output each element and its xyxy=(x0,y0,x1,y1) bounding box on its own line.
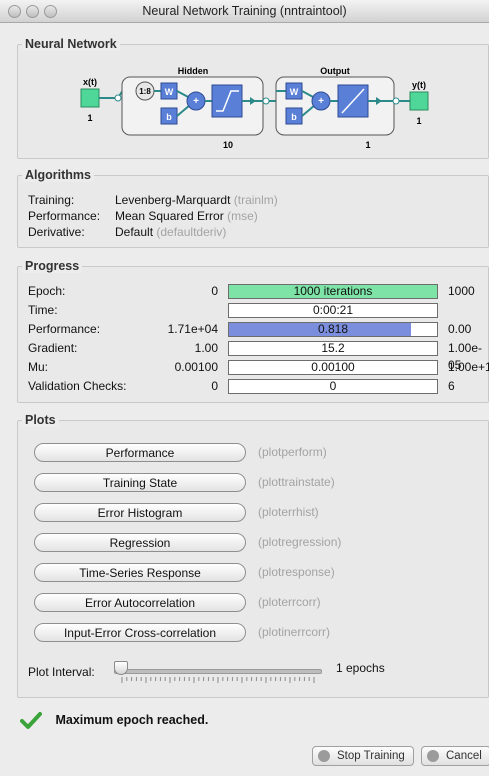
progress-start-value: 0 xyxy=(211,379,218,393)
minimize-window-button[interactable] xyxy=(26,5,39,18)
algorithm-cmd: (trainlm) xyxy=(233,193,278,207)
algorithm-label: Training: xyxy=(28,193,75,207)
progress-row: Epoch: 0 1000 iterations 1000 xyxy=(28,283,478,300)
progress-label: Time: xyxy=(28,303,58,317)
progress-current-value: 0.818 xyxy=(317,322,349,336)
svg-text:W: W xyxy=(165,87,174,97)
plot-button-error-histogram[interactable]: Error Histogram xyxy=(34,503,246,522)
progress-end-value: 1.00e+10 xyxy=(448,360,489,374)
delay-label: 1:8 xyxy=(139,87,151,96)
plot-interval-value: 1 epochs xyxy=(336,661,385,675)
progress-current-value: 15.2 xyxy=(321,341,345,355)
plot-command: (ploterrhist) xyxy=(258,505,319,519)
target-size: 1 xyxy=(416,116,421,126)
progress-start-value: 0.00100 xyxy=(174,360,218,374)
svg-text:b: b xyxy=(166,112,172,122)
output-label: Output xyxy=(320,66,350,76)
stop-training-label: Stop Training xyxy=(337,750,405,762)
progress-row: Gradient: 1.00 15.2 1.00e-05 xyxy=(28,340,482,372)
progress-row: Performance: 1.71e+04 0.818 0.00 xyxy=(28,321,478,338)
progress-end-value: 6 xyxy=(448,379,455,393)
progress-current-value: 1000 iterations xyxy=(293,284,373,298)
algorithm-cmd: (defaultderiv) xyxy=(156,225,227,239)
zoom-window-button[interactable] xyxy=(44,5,57,18)
stop-icon xyxy=(318,750,330,762)
window-controls xyxy=(8,5,62,27)
progress-current-value: 0 xyxy=(329,379,337,393)
cancel-button[interactable]: Cancel xyxy=(421,746,489,766)
algorithm-row-derivative: Derivative: Default (defaultderiv) xyxy=(28,224,226,240)
input-label: x(t) xyxy=(83,77,97,87)
plot-button-performance[interactable]: Performance xyxy=(34,443,246,462)
plot-command: (plotresponse) xyxy=(258,565,335,579)
plots-title: Plots xyxy=(22,413,59,427)
progress-bar: 15.2 xyxy=(228,341,438,356)
progress-row: Validation Checks: 0 0 6 xyxy=(28,378,478,395)
progress-title: Progress xyxy=(22,259,83,273)
progress-panel: Progress Epoch: 0 1000 iterations 1000 Time:… xyxy=(17,259,489,403)
plot-interval-slider-track[interactable] xyxy=(114,669,322,674)
checkmark-icon xyxy=(20,711,42,729)
algorithm-row-training: Training: Levenberg-Marquardt (trainlm) xyxy=(28,192,278,208)
progress-row: Mu:0.001000.001001.00e+10 xyxy=(28,359,489,376)
input-node xyxy=(80,88,100,108)
plot-interval-label: Plot Interval: xyxy=(28,665,95,679)
algorithm-value: Levenberg-Marquardt xyxy=(115,193,231,207)
progress-current-value: 0:00:21 xyxy=(312,303,354,317)
progress-bar: 0 xyxy=(228,379,438,394)
svg-text:+: + xyxy=(318,96,324,107)
progress-bar: 0.00100 xyxy=(228,360,438,375)
progress-end-value: 1000 xyxy=(448,284,475,298)
cancel-icon xyxy=(427,750,439,762)
algorithm-cmd: (mse) xyxy=(227,209,258,223)
plot-command: (plotregression) xyxy=(258,535,342,549)
algorithm-label: Derivative: xyxy=(28,225,85,239)
algorithm-value: Default xyxy=(115,225,154,239)
status-text: Maximum epoch reached. xyxy=(55,713,209,727)
algorithms-panel: Algorithms Training: Levenberg-Marquardt … xyxy=(17,168,489,248)
plot-command: (plottrainstate) xyxy=(258,475,335,489)
close-window-button[interactable] xyxy=(8,5,21,18)
progress-start-value: 0 xyxy=(211,284,218,298)
algorithm-value: Mean Squared Error xyxy=(115,209,224,223)
hidden-size: 10 xyxy=(223,140,233,150)
progress-row: Time: 0:00:21 xyxy=(28,302,478,319)
progress-bar: 1000 iterations xyxy=(228,284,438,299)
algorithm-label: Performance: xyxy=(28,209,101,223)
neural-network-panel: Neural Network x(t) 1 Hidden 10 1:8 W b … xyxy=(17,37,489,159)
cancel-label: Cancel xyxy=(446,750,482,762)
status-message: Maximum epoch reached. xyxy=(20,710,208,730)
target-node xyxy=(409,91,429,111)
stop-training-button[interactable]: Stop Training xyxy=(312,746,414,766)
svg-text:+: + xyxy=(193,96,199,107)
svg-text:W: W xyxy=(290,87,299,97)
plot-button-training-state[interactable]: Training State xyxy=(34,473,246,492)
progress-bar: 0:00:21 xyxy=(228,303,438,318)
hidden-label: Hidden xyxy=(178,66,209,76)
input-size: 1 xyxy=(87,113,92,123)
network-diagram: x(t) 1 Hidden 10 1:8 W b + Output 1 W b xyxy=(80,66,429,150)
window-title: Neural Network Training (nntraintool) xyxy=(142,4,347,18)
target-label: y(t) xyxy=(412,80,426,90)
plot-command: (plotperform) xyxy=(258,445,327,459)
plot-button-time-series-response[interactable]: Time-Series Response xyxy=(34,563,246,582)
progress-start-value: 1.00 xyxy=(194,341,218,355)
progress-current-value: 0.00100 xyxy=(311,360,355,374)
plots-panel: Plots Performance (plotperform) Training S… xyxy=(17,413,489,698)
plot-interval-slider-knob[interactable] xyxy=(114,661,128,675)
title-bar: Neural Network Training (nntraintool) xyxy=(0,0,489,23)
svg-text:b: b xyxy=(291,112,297,122)
plot-button-error-autocorrelation[interactable]: Error Autocorrelation xyxy=(34,593,246,612)
progress-bar: 0.818 xyxy=(228,322,438,337)
progress-end-value: 0.00 xyxy=(448,322,472,336)
progress-start-value: 1.71e+04 xyxy=(167,322,218,336)
algorithm-row-performance: Performance: Mean Squared Error (mse) xyxy=(28,208,258,224)
plot-button-regression[interactable]: Regression xyxy=(34,533,246,552)
algorithms-title: Algorithms xyxy=(22,168,94,182)
plot-command: (ploterrcorr) xyxy=(258,595,321,609)
plot-interval-ticks xyxy=(121,677,315,683)
output-size: 1 xyxy=(365,140,370,150)
plot-button-input-error-cross-correlation[interactable]: Input-Error Cross-correlation xyxy=(34,623,246,642)
plot-command: (plotinerrcorr) xyxy=(258,625,331,639)
